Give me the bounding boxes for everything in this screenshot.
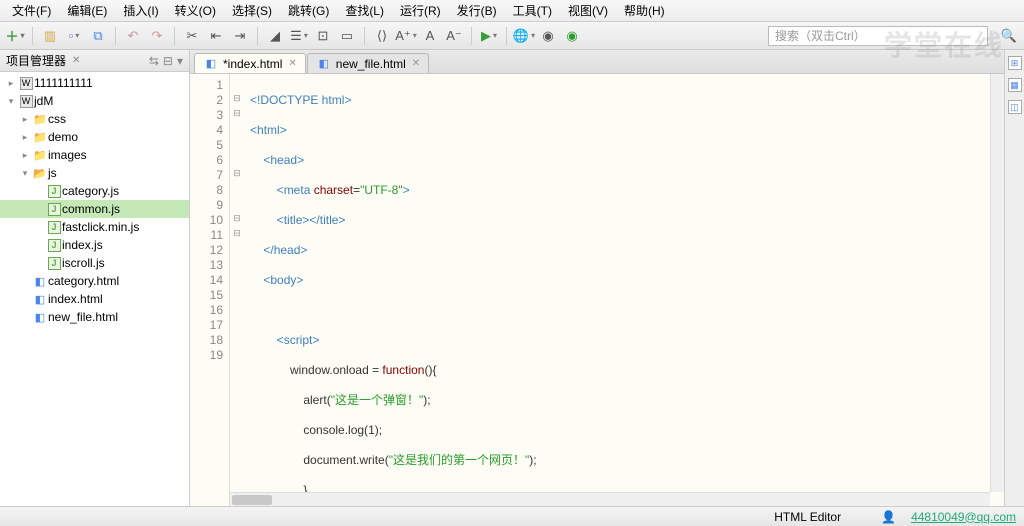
menu-file[interactable]: 文件(F) [6, 0, 57, 21]
search-icon[interactable]: 🔍 [1000, 27, 1018, 45]
tree-folder[interactable]: ▸demo [0, 128, 189, 146]
menu-view[interactable]: 视图(V) [562, 0, 614, 21]
right-sidebar: ⊞ ▦ ◫ [1004, 50, 1024, 506]
search-input[interactable]: 搜索（双击Ctrl） [768, 26, 988, 46]
component-icon[interactable]: ◫ [1008, 100, 1022, 114]
editor-tabs: *index.html✕ new_file.html✕ [190, 50, 1004, 74]
menu-select[interactable]: 选择(S) [226, 0, 278, 21]
grid-icon[interactable]: ▦ [1008, 78, 1022, 92]
menu-insert[interactable]: 插入(I) [117, 0, 164, 21]
menu-tools[interactable]: 工具(T) [507, 0, 558, 21]
file-tree: ▸1111111111 ▾jdM ▸css ▸demo ▸images ▾js … [0, 72, 189, 506]
code-editor[interactable]: 12345678910111213141516171819 ⊟⊟⊟⊟⊟ <!DO… [190, 74, 1004, 506]
tree-project[interactable]: ▾jdM [0, 92, 189, 110]
menu-run[interactable]: 运行(R) [394, 0, 447, 21]
vertical-scrollbar[interactable] [990, 74, 1004, 492]
tree-file-js[interactable]: index.js [0, 236, 189, 254]
tree-folder[interactable]: ▸images [0, 146, 189, 164]
tree-file-js[interactable]: iscroll.js [0, 254, 189, 272]
tag-button[interactable]: A⁺ [397, 27, 415, 45]
menu-escape[interactable]: 转义(O) [169, 0, 222, 21]
separator [32, 27, 33, 45]
tree-file-js-selected[interactable]: common.js [0, 200, 189, 218]
snippet-button[interactable]: ☰ [290, 27, 308, 45]
link-icon[interactable]: ⇆ [149, 54, 159, 68]
code-button[interactable]: ⟨⟩ [373, 27, 391, 45]
line-gutter: 12345678910111213141516171819 [190, 74, 230, 506]
separator [471, 27, 472, 45]
outline-icon[interactable]: ⊞ [1008, 56, 1022, 70]
tree-project[interactable]: ▸1111111111 [0, 74, 189, 92]
tree-file-html[interactable]: new_file.html [0, 308, 189, 326]
horizontal-scrollbar[interactable] [230, 492, 990, 506]
save-button[interactable]: ▫ [65, 27, 83, 45]
tree-folder[interactable]: ▾js [0, 164, 189, 182]
outdent-button[interactable]: ⇤ [207, 27, 225, 45]
status-user-link[interactable]: 44810049@qq.com [911, 510, 1016, 524]
separator [506, 27, 507, 45]
indent-button[interactable]: ⇥ [231, 27, 249, 45]
menu-edit[interactable]: 编辑(E) [61, 0, 113, 21]
open-folder-button[interactable]: ▥ [41, 27, 59, 45]
separator [364, 27, 365, 45]
inspect-button[interactable]: ⊡ [314, 27, 332, 45]
code-content[interactable]: <!DOCTYPE html> <html> <head> <meta char… [244, 74, 1004, 506]
zoom-button[interactable]: A⁻ [445, 27, 463, 45]
project-explorer: 项目管理器 ✕ ⇆ ⊟ ▾ ▸1111111111 ▾jdM ▸css ▸dem… [0, 50, 190, 506]
format-button[interactable]: A [421, 27, 439, 45]
editor-area: *index.html✕ new_file.html✕ 123456789101… [190, 50, 1004, 506]
toolbar: ＋ ▥ ▫ ⧉ ↶ ↷ ✂ ⇤ ⇥ ◢ ☰ ⊡ ▭ ⟨⟩ A⁺ A A⁻ ▶ 🌐… [0, 22, 1024, 50]
tree-file-html[interactable]: index.html [0, 290, 189, 308]
new-button[interactable]: ＋ [6, 27, 24, 45]
save-all-button[interactable]: ⧉ [89, 27, 107, 45]
redo-button[interactable]: ↷ [148, 27, 166, 45]
close-panel-icon[interactable]: ✕ [72, 55, 80, 66]
user-icon: 👤 [881, 510, 896, 524]
menu-goto[interactable]: 跳转(G) [282, 0, 335, 21]
close-tab-icon[interactable]: ✕ [412, 58, 420, 69]
tree-folder[interactable]: ▸css [0, 110, 189, 128]
panel-title: 项目管理器 [6, 52, 66, 69]
wechat-icon[interactable]: ◉ [563, 27, 581, 45]
status-bar: HTML Editor 👤 44810049@qq.com [0, 506, 1024, 526]
tree-file-html[interactable]: category.html [0, 272, 189, 290]
marker-button[interactable]: ◢ [266, 27, 284, 45]
tree-file-js[interactable]: fastclick.min.js [0, 218, 189, 236]
chrome-icon[interactable]: ◉ [539, 27, 557, 45]
collapse-icon[interactable]: ⊟ [163, 54, 173, 68]
menu-icon[interactable]: ▾ [177, 54, 183, 68]
device-button[interactable]: ▭ [338, 27, 356, 45]
separator [115, 27, 116, 45]
cut-button[interactable]: ✂ [183, 27, 201, 45]
undo-button[interactable]: ↶ [124, 27, 142, 45]
tab-new-file-html[interactable]: new_file.html✕ [307, 53, 429, 73]
menu-help[interactable]: 帮助(H) [618, 0, 671, 21]
tree-file-js[interactable]: category.js [0, 182, 189, 200]
menu-bar: 文件(F) 编辑(E) 插入(I) 转义(O) 选择(S) 跳转(G) 查找(L… [0, 0, 1024, 22]
close-tab-icon[interactable]: ✕ [288, 58, 296, 69]
panel-header: 项目管理器 ✕ ⇆ ⊟ ▾ [0, 50, 189, 72]
menu-find[interactable]: 查找(L) [339, 0, 390, 21]
fold-gutter: ⊟⊟⊟⊟⊟ [230, 74, 244, 506]
browser-button[interactable]: 🌐 [515, 27, 533, 45]
tab-index-html[interactable]: *index.html✕ [194, 53, 306, 73]
menu-publish[interactable]: 发行(B) [451, 0, 503, 21]
separator [257, 27, 258, 45]
status-editor-type: HTML Editor [774, 510, 841, 524]
run-button[interactable]: ▶ [480, 27, 498, 45]
separator [174, 27, 175, 45]
